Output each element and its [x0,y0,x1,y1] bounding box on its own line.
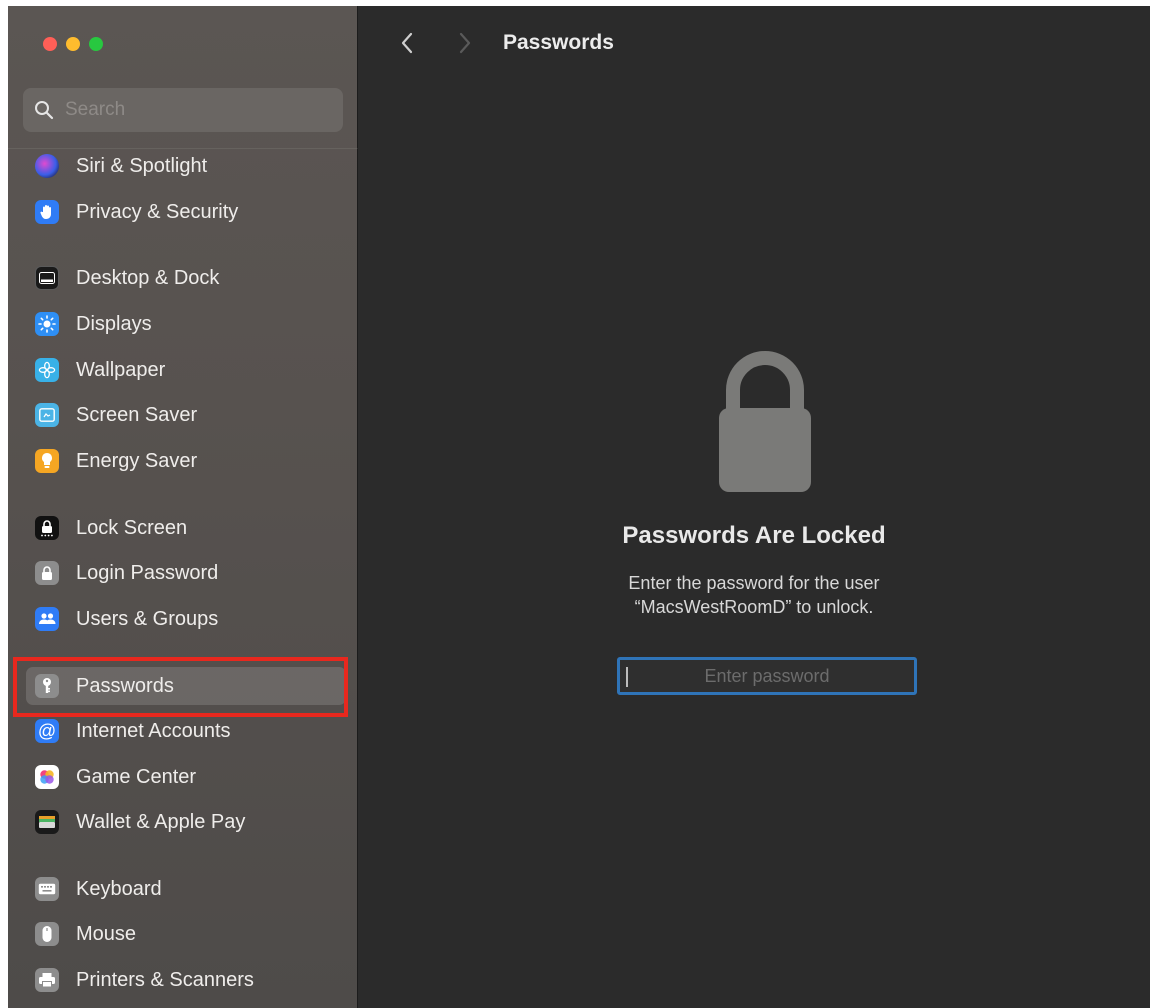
sidebar-item-label: Siri & Spotlight [76,154,208,177]
sidebar-item-game-center[interactable]: Game Center [26,758,346,796]
printer-icon [35,968,59,992]
lock-icon [35,561,59,585]
chevron-left-icon [401,32,413,54]
sidebar-item-displays[interactable]: Displays [26,305,346,343]
zoom-button[interactable] [89,37,103,51]
users-icon [35,607,59,631]
sidebar-item-label: Displays [76,312,152,335]
sun-icon [35,312,59,336]
sidebar-item-label: Keyboard [76,877,162,900]
sidebar: Search Siri & Spotlight Privacy & Securi… [8,6,358,1008]
sidebar-item-label: Users & Groups [76,607,219,630]
sidebar-item-wallpaper[interactable]: Wallpaper [26,351,346,389]
hand-icon [35,200,59,224]
bulb-icon [35,449,59,473]
gamecenter-icon [35,765,59,789]
password-field[interactable] [617,657,917,695]
locked-title: Passwords Are Locked [622,522,886,549]
sidebar-item-siri-spotlight[interactable]: Siri & Spotlight [26,147,346,185]
sidebar-item-label: Mouse [76,922,137,945]
at-icon: @ [35,719,59,743]
sidebar-item-mouse[interactable]: Mouse [26,915,346,953]
search-input[interactable]: Search [65,99,125,121]
sidebar-item-lock-screen[interactable]: Lock Screen [26,509,346,547]
sidebar-item-label: Privacy & Security [76,200,239,223]
sidebar-item-label: Game Center [76,765,197,788]
keyboard-icon [35,877,59,901]
sidebar-item-label: Energy Saver [76,449,198,472]
minimize-button[interactable] [66,37,80,51]
chevron-right-icon [459,32,471,54]
mouse-icon [35,922,59,946]
toolbar: Passwords [358,6,1150,86]
wallet-icon [35,810,59,834]
sidebar-item-label: Lock Screen [76,516,188,539]
back-button[interactable] [392,28,422,58]
sidebar-item-wallet-apple-pay[interactable]: Wallet & Apple Pay [26,803,346,841]
sidebar-item-label: Login Password [76,561,219,584]
sidebar-item-label: Wallpaper [76,358,166,381]
sidebar-item-label: Screen Saver [76,403,198,426]
sidebar-item-energy-saver[interactable]: Energy Saver [26,442,346,480]
dock-icon [35,266,59,290]
search-field[interactable]: Search [23,88,343,132]
siri-icon [35,154,59,178]
lockscreen-icon [35,516,59,540]
sidebar-item-label: Printers & Scanners [76,968,254,991]
sidebar-item-label: Desktop & Dock [76,266,220,289]
large-lock-icon [713,346,817,492]
selection-highlight-box [13,657,348,717]
sidebar-item-screen-saver[interactable]: Screen Saver [26,396,346,434]
locked-description: Enter the password for the user “MacsWes… [358,571,1150,619]
page-title: Passwords [503,31,614,54]
password-input[interactable] [620,660,914,692]
forward-button[interactable] [450,28,480,58]
screensaver-icon [35,403,59,427]
sidebar-item-login-password[interactable]: Login Password [26,554,346,592]
search-icon [34,100,54,120]
text-cursor [626,667,628,687]
window-controls [43,37,103,51]
sidebar-item-printers-scanners[interactable]: Printers & Scanners [26,961,346,999]
locked-description-line-1: Enter the password for the user [628,573,880,593]
close-button[interactable] [43,37,57,51]
settings-window: Search Siri & Spotlight Privacy & Securi… [8,6,1150,1008]
sidebar-item-users-groups[interactable]: Users & Groups [26,600,346,638]
sidebar-item-keyboard[interactable]: Keyboard [26,870,346,908]
sidebar-item-label: Wallet & Apple Pay [76,810,246,833]
sidebar-item-privacy-security[interactable]: Privacy & Security [26,193,346,231]
flower-icon [35,358,59,382]
locked-description-line-2: “MacsWestRoomD” to unlock. [634,597,874,617]
sidebar-item-desktop-dock[interactable]: Desktop & Dock [26,259,346,297]
sidebar-item-internet-accounts[interactable]: @ Internet Accounts [26,712,346,750]
sidebar-item-label: Internet Accounts [76,719,231,742]
